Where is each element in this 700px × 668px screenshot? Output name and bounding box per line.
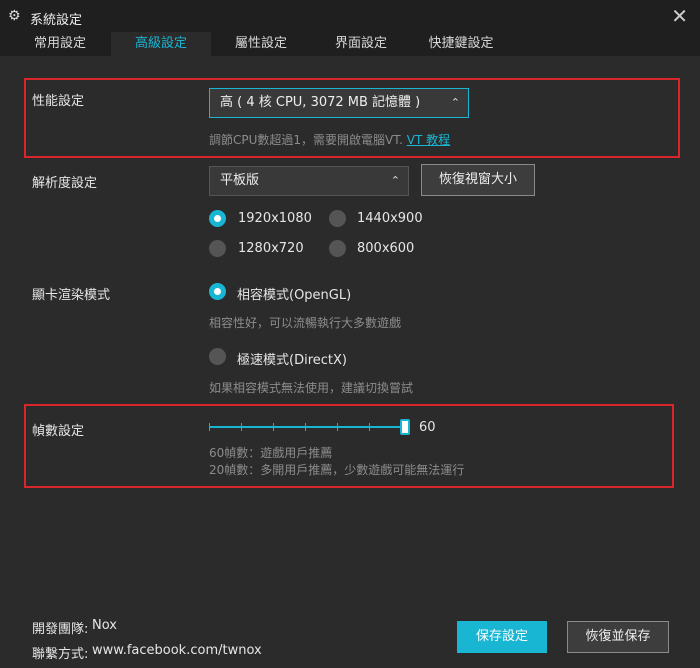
fps-value: 60 [419, 420, 436, 435]
developer-label: 開發團隊: [32, 622, 89, 637]
render-directx-radio[interactable] [209, 348, 226, 365]
render-directx-label: 極速模式(DirectX) [237, 353, 347, 368]
save-settings-button[interactable]: 保存設定 [457, 621, 547, 653]
developer-value: Nox [92, 618, 117, 633]
render-opengl-radio[interactable] [209, 283, 226, 300]
resolution-1280-radio[interactable] [209, 240, 226, 257]
title-bar: ⚙ 系統設定 ✕ [0, 0, 700, 32]
resolution-select[interactable]: 平板版 ⌃ [209, 166, 409, 196]
render-directx-hint: 如果相容模式無法使用，建議切換嘗試 [209, 381, 414, 395]
resolution-1440-radio[interactable] [329, 210, 346, 227]
tab-advanced[interactable]: 高級設定 [111, 32, 211, 56]
tab-interface[interactable]: 界面設定 [311, 32, 411, 56]
fps-slider-tick [369, 423, 370, 431]
resolution-800-radio[interactable] [329, 240, 346, 257]
resolution-1280-label: 1280x720 [238, 241, 304, 256]
tab-general[interactable]: 常用設定 [10, 32, 110, 56]
fps-slider-tick [209, 423, 210, 431]
resolution-select-value: 平板版 [220, 173, 260, 188]
close-icon[interactable]: ✕ [671, 4, 688, 28]
vt-tutorial-link[interactable]: VT 教程 [407, 133, 450, 147]
fps-slider-tick [241, 423, 242, 431]
fps-label: 幀數設定 [32, 424, 85, 439]
updown-arrow-icon: ⌃ [450, 96, 460, 109]
updown-arrow-icon: ⌃ [390, 174, 400, 187]
resolution-label: 解析度設定 [32, 176, 98, 191]
render-opengl-label: 相容模式(OpenGL) [237, 288, 352, 303]
performance-hint-text: 調節CPU數超過1，需要開啟電腦VT. [209, 133, 403, 147]
fps-slider-track[interactable] [209, 426, 405, 428]
resolution-1920-radio[interactable] [209, 210, 226, 227]
restore-window-size-button[interactable]: 恢復視窗大小 [421, 164, 535, 196]
gear-icon: ⚙ [8, 8, 21, 24]
tab-shortcuts[interactable]: 快捷鍵設定 [411, 32, 511, 56]
fps-slider-tick [337, 423, 338, 431]
fps-slider-tick [305, 423, 306, 431]
fps-hint-2: 20幀數：多開用戶推薦，少數遊戲可能無法運行 [209, 463, 465, 477]
render-mode-label: 顯卡渲染模式 [32, 288, 111, 303]
fps-hint-1: 60幀數：遊戲用戶推薦 [209, 446, 333, 460]
performance-select[interactable]: 高 ( 4 核 CPU, 3072 MB 記憶體 ) ⌃ [209, 88, 469, 118]
resolution-1440-label: 1440x900 [357, 211, 423, 226]
performance-label: 性能設定 [32, 94, 85, 109]
render-opengl-hint: 相容性好，可以流暢執行大多數遊戲 [209, 316, 402, 330]
contact-value: www.facebook.com/twnox [92, 643, 262, 658]
fps-slider-tick [273, 423, 274, 431]
tab-properties[interactable]: 屬性設定 [211, 32, 311, 56]
performance-hint: 調節CPU數超過1，需要開啟電腦VT. VT 教程 [209, 131, 450, 148]
window-title: 系統設定 [30, 13, 83, 28]
resolution-1920-label: 1920x1080 [238, 211, 312, 226]
contact-label: 聯繫方式: [32, 647, 89, 662]
tab-bar: 常用設定 高級設定 屬性設定 界面設定 快捷鍵設定 [0, 32, 700, 56]
performance-select-value: 高 ( 4 核 CPU, 3072 MB 記憶體 ) [220, 95, 421, 110]
resolution-800-label: 800x600 [357, 241, 415, 256]
restore-and-save-button[interactable]: 恢復並保存 [567, 621, 669, 653]
fps-slider-thumb[interactable] [400, 419, 410, 435]
